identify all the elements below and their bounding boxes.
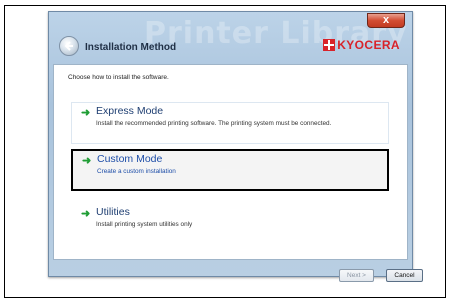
install-prompt: Choose how to install the software. <box>68 74 169 81</box>
installer-window: Printer Library x Installation Method KY… <box>48 11 423 282</box>
express-mode-option[interactable]: ➜ Express Mode Install the recommended p… <box>71 102 389 144</box>
title-bar: Printer Library x Installation Method KY… <box>49 12 412 64</box>
next-button[interactable]: Next > <box>339 269 374 282</box>
close-button[interactable]: x <box>367 13 405 28</box>
option-title: Utilities <box>96 206 130 218</box>
cancel-button[interactable]: Cancel <box>386 269 423 282</box>
green-arrow-icon: ➜ <box>82 155 92 167</box>
option-title: Custom Mode <box>97 153 163 165</box>
window-title: Installation Method <box>85 42 177 53</box>
green-arrow-icon: ➜ <box>81 107 91 119</box>
option-description: Install printing system utilities only <box>96 221 193 228</box>
custom-mode-option[interactable]: ➜ Custom Mode Create a custom installati… <box>71 149 389 191</box>
option-description: Create a custom installation <box>97 168 176 175</box>
green-arrow-icon: ➜ <box>81 208 91 220</box>
brand-name: KYOCERA <box>337 38 400 52</box>
content-panel: Choose how to install the software. ➜ Ex… <box>53 64 408 260</box>
kyocera-logo-icon <box>323 39 336 51</box>
back-arrow-icon <box>64 41 73 51</box>
option-description: Install the recommended printing softwar… <box>96 120 332 127</box>
utilities-option[interactable]: ➜ Utilities Install printing system util… <box>71 203 389 245</box>
back-button[interactable] <box>59 36 79 56</box>
option-title: Express Mode <box>96 105 164 117</box>
brand-logo: KYOCERA <box>323 37 400 53</box>
